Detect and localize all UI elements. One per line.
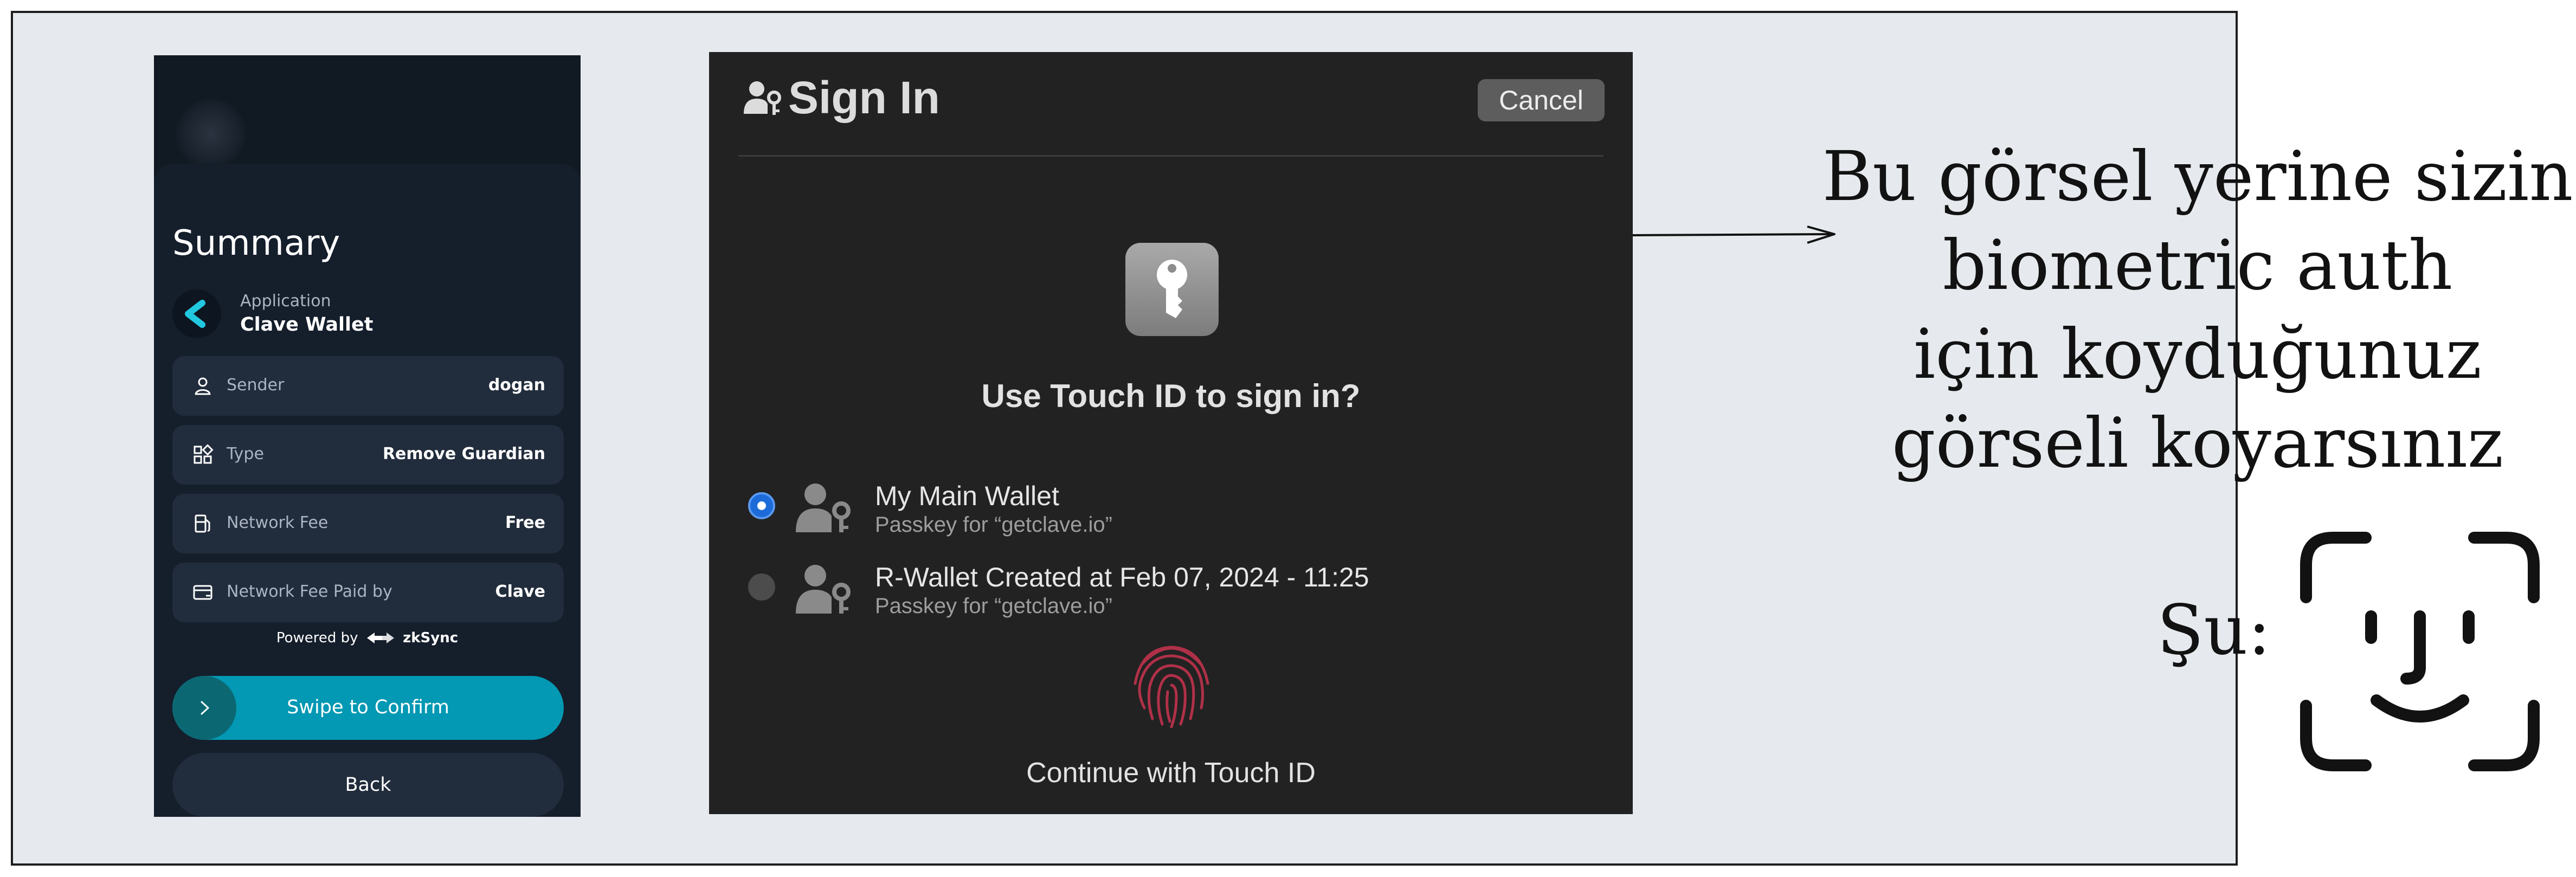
powered-by: Powered by zkSync <box>154 630 581 646</box>
fee-payer-label: Network Fee Paid by <box>227 582 392 601</box>
annotation-line-3: için koyduğunuz <box>1913 314 2482 394</box>
annotation-su-label: Şu: <box>2157 590 2271 670</box>
annotation-note: Bu görsel yerine sizin biometric auth iç… <box>1813 132 2576 488</box>
account-name: R-Wallet Created at Feb 07, 2024 - 11:25 <box>875 562 1369 592</box>
grid-icon <box>194 444 214 464</box>
annotation-line-2: biometric auth <box>1942 225 2453 305</box>
fee-payer-row: Network Fee Paid by Clave <box>172 563 564 622</box>
network-fee-row: Network Fee Free <box>172 494 564 553</box>
sender-label: Sender <box>227 376 285 395</box>
swipe-to-confirm-slider[interactable]: Swipe to Confirm <box>172 676 564 740</box>
clave-logo-icon <box>172 289 221 338</box>
sender-row: Sender dogan <box>172 356 564 416</box>
fingerprint-icon[interactable] <box>1120 632 1223 735</box>
radio-unselected[interactable] <box>748 573 775 601</box>
sender-value: dogan <box>488 376 545 395</box>
type-value: Remove Guardian <box>382 444 545 463</box>
blurred-avatar <box>176 99 246 169</box>
cancel-button[interactable]: Cancel <box>1478 79 1605 121</box>
touch-id-prompt: Use Touch ID to sign in? <box>981 378 1361 414</box>
zksync-logo-icon <box>366 633 394 643</box>
dialog-divider <box>738 155 1603 157</box>
account-subtitle: Passkey for “getclave.io” <box>875 594 1112 618</box>
back-button[interactable]: Back <box>172 753 564 817</box>
account-name: My Main Wallet <box>875 481 1059 511</box>
annotation-line-4: görseli koyarsınız <box>1891 403 2504 483</box>
passkey-person-icon <box>796 483 851 532</box>
application-info: Application Clave Wallet <box>172 284 563 344</box>
face-id-icon <box>2300 532 2540 771</box>
credit-card-icon <box>193 585 212 600</box>
mobile-summary-screen: Summary Application Clave Wallet Sender … <box>154 55 581 817</box>
application-label: Application <box>240 292 331 311</box>
continue-touch-id-button[interactable]: Continue with Touch ID <box>709 757 1633 789</box>
user-icon <box>195 377 211 395</box>
gas-pump-icon <box>195 514 210 533</box>
swipe-label: Swipe to Confirm <box>287 697 449 718</box>
account-subtitle: Passkey for “getclave.io” <box>875 513 1112 537</box>
touch-id-dialog: Sign In Cancel Use Touch ID to sign in? … <box>709 52 1633 814</box>
fee-payer-value: Clave <box>495 582 545 601</box>
summary-title: Summary <box>172 223 340 263</box>
account-option-main-wallet[interactable]: My Main Wallet Passkey for “getclave.io” <box>748 480 1561 540</box>
keychain-key-icon <box>1125 243 1219 336</box>
canvas-frame: Summary Application Clave Wallet Sender … <box>11 11 2573 866</box>
application-name: Clave Wallet <box>240 314 373 336</box>
network-fee-value: Free <box>505 513 545 532</box>
person-key-icon <box>744 81 781 115</box>
account-option-r-wallet[interactable]: R-Wallet Created at Feb 07, 2024 - 11:25… <box>748 562 1561 621</box>
type-label: Type <box>227 444 264 463</box>
powered-by-label: Powered by <box>276 630 358 646</box>
summary-sheet: Summary Application Clave Wallet Sender … <box>154 164 581 817</box>
annotation-line-1: Bu görsel yerine sizin <box>1822 137 2573 216</box>
radio-selected[interactable] <box>748 492 775 519</box>
annotation-arrow <box>1633 225 1836 244</box>
network-fee-label: Network Fee <box>227 513 329 532</box>
dialog-title: Sign In <box>788 72 940 123</box>
type-row: Type Remove Guardian <box>172 425 564 485</box>
passkey-person-icon <box>796 565 851 614</box>
powered-by-brand: zkSync <box>403 630 459 646</box>
